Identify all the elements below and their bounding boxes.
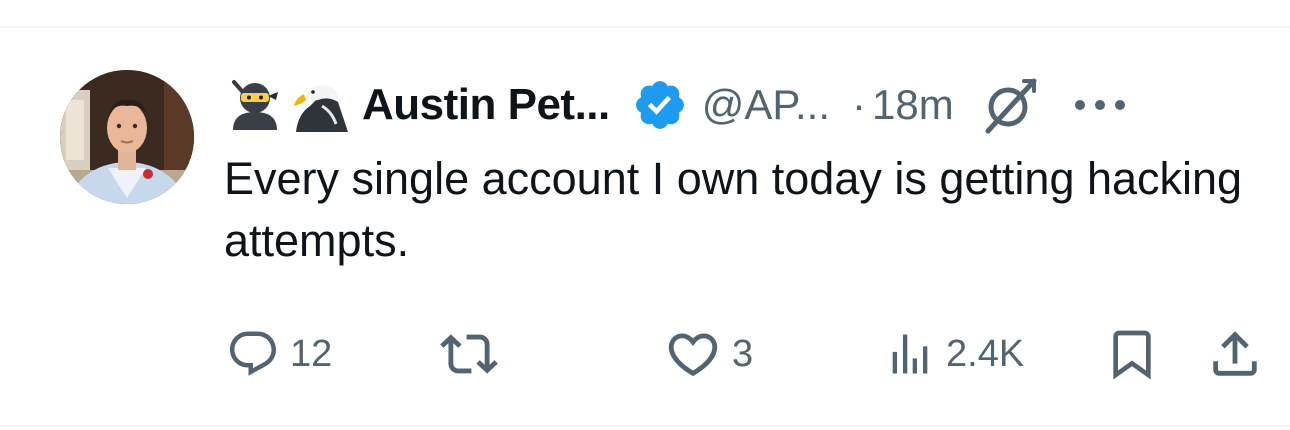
retweet-icon <box>440 334 498 374</box>
views-button[interactable]: 2.4K <box>884 322 1024 386</box>
verified-badge-icon[interactable] <box>632 77 688 133</box>
avatar[interactable] <box>60 70 194 204</box>
more-icon[interactable] <box>1072 90 1128 120</box>
timestamp[interactable]: 18m <box>872 81 954 129</box>
bookmark-icon <box>1113 330 1151 380</box>
share-button[interactable] <box>1206 322 1264 386</box>
like-icon <box>668 333 718 377</box>
views-count: 2.4K <box>946 332 1025 375</box>
grok-icon[interactable] <box>978 73 1042 137</box>
action-bar: 12 3 2.4K <box>0 322 1290 386</box>
reply-icon <box>229 331 277 376</box>
like-count: 3 <box>732 332 754 375</box>
top-divider <box>0 26 1290 28</box>
tweet-text: Every single account I own today is gett… <box>224 153 1243 266</box>
retweet-button[interactable] <box>440 322 508 386</box>
like-button[interactable]: 3 <box>664 322 753 386</box>
tweet-header: Austin Pet... @AP... · 18m <box>226 74 1128 136</box>
bottom-divider <box>0 425 1290 427</box>
display-name[interactable]: Austin Pet... <box>362 80 610 130</box>
bookmark-button[interactable] <box>1104 322 1160 386</box>
eagle-icon <box>294 85 348 132</box>
reply-count: 12 <box>290 332 333 375</box>
user-handle[interactable]: @AP... <box>702 81 830 129</box>
reply-button[interactable]: 12 <box>226 322 332 386</box>
views-icon <box>892 334 928 374</box>
share-icon <box>1213 331 1257 376</box>
separator-dot: · <box>852 81 867 128</box>
ninja-icon <box>232 80 278 130</box>
